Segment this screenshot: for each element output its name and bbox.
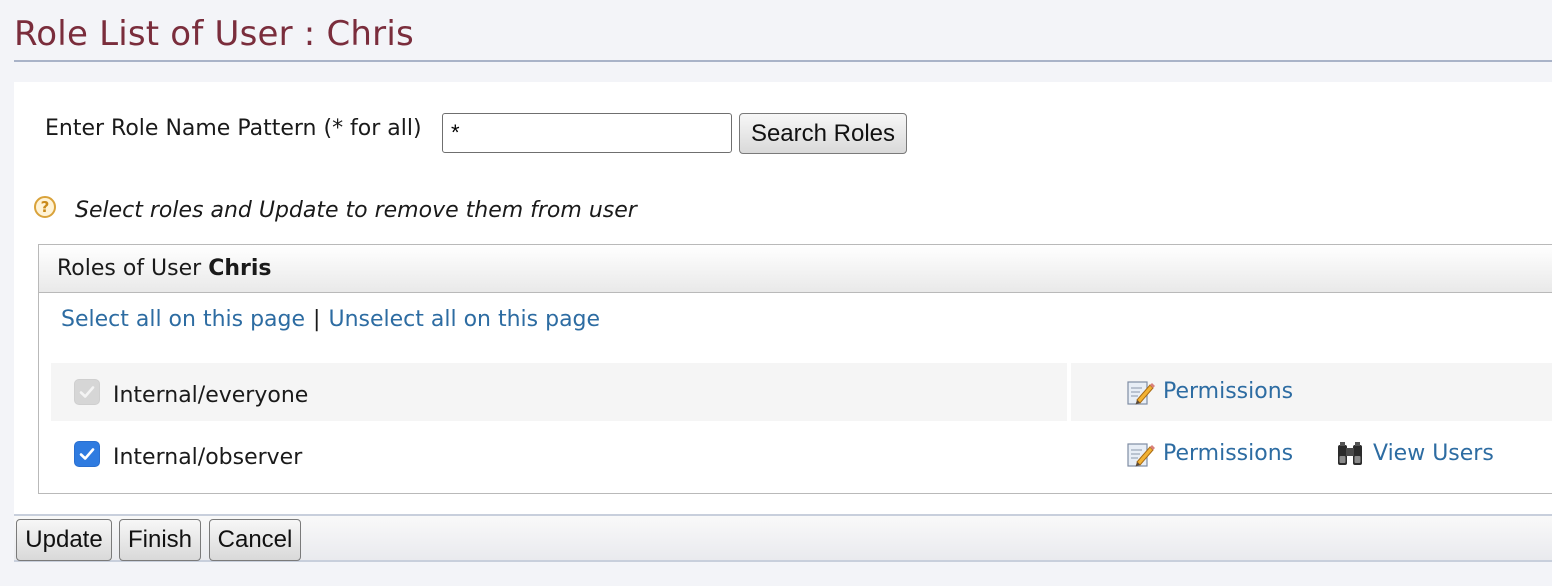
check-icon	[79, 386, 95, 398]
role-checkbox[interactable]	[74, 441, 100, 467]
edit-permissions-icon[interactable]	[1125, 439, 1155, 469]
roles-header-prefix: Roles of User	[57, 256, 202, 281]
role-pattern-input[interactable]	[442, 113, 732, 153]
update-button[interactable]: Update	[16, 519, 112, 561]
search-roles-button[interactable]: Search Roles	[739, 113, 907, 154]
table-row: Internal/everyone	[51, 363, 1067, 421]
select-links: Select all on this page | Unselect all on …	[61, 307, 600, 332]
cancel-button[interactable]: Cancel	[209, 519, 301, 561]
row-actions: Permissions View Users	[1071, 423, 1552, 481]
table-row: Internal/observer	[51, 423, 1067, 481]
link-separator: |	[313, 307, 321, 332]
help-text: Select roles and Update to remove them f…	[75, 198, 637, 223]
role-checkbox-disabled	[74, 379, 100, 405]
button-bar: Update Finish Cancel	[14, 514, 1552, 562]
permissions-link[interactable]: Permissions	[1163, 441, 1293, 466]
finish-button[interactable]: Finish	[119, 519, 201, 561]
permissions-link[interactable]: Permissions	[1163, 379, 1293, 404]
view-users-link[interactable]: View Users	[1373, 441, 1494, 466]
roles-header-user: Chris	[208, 256, 272, 281]
select-all-link[interactable]: Select all on this page	[61, 307, 305, 332]
role-name: Internal/observer	[113, 445, 303, 470]
edit-permissions-icon[interactable]	[1125, 377, 1155, 407]
role-name: Internal/everyone	[113, 383, 309, 408]
search-label: Enter Role Name Pattern (* for all)	[45, 116, 422, 141]
binoculars-icon[interactable]	[1335, 439, 1365, 469]
check-icon	[79, 448, 95, 460]
page-title: Role List of User : Chris	[14, 14, 414, 54]
roles-table: Roles of User Chris Select all on this p…	[38, 244, 1552, 494]
title-divider	[14, 60, 1552, 62]
roles-table-header: Roles of User Chris	[39, 245, 1552, 293]
unselect-all-link[interactable]: Unselect all on this page	[328, 307, 600, 332]
help-icon: ?	[34, 196, 56, 218]
roles-table-title: Roles of User Chris	[57, 256, 272, 281]
row-actions: Permissions	[1071, 363, 1552, 421]
